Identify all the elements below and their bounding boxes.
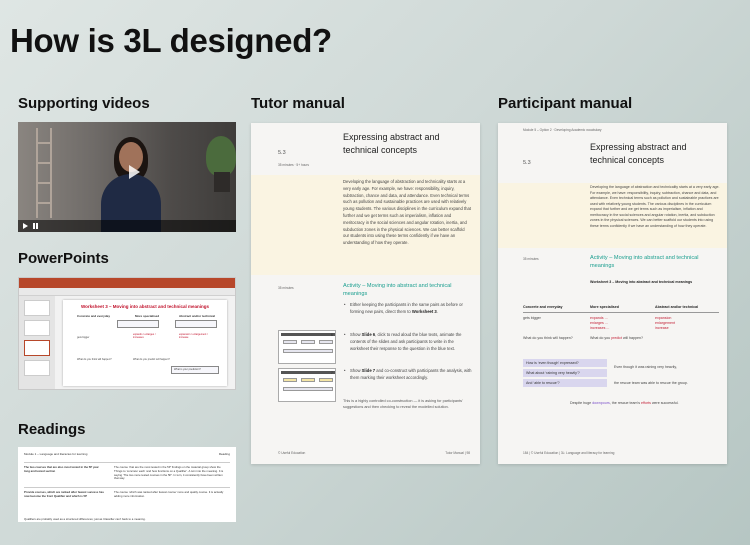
participant-section-number: 5.3	[523, 160, 531, 166]
tutor-footer-right: Tutor Manual | 98	[445, 451, 470, 455]
ws-answer-1: Even though it was raining very heavily,	[614, 365, 677, 369]
reading-row2-left: Provide courses, which are ranked after …	[24, 490, 104, 498]
tutor-intro-paragraph: Developing the language of abstraction a…	[343, 179, 471, 246]
video-control-bar	[18, 220, 236, 232]
ws-question-2: What about ‘raining very heavily’?	[523, 369, 607, 377]
slide-row1-left: gets bigger	[77, 336, 90, 339]
tutor-activity-title: Activity – Moving into abstract and tech…	[343, 283, 452, 297]
slide-col2: More specialised	[135, 314, 160, 318]
ws-r1c2: expands ... enlarges ... increases ...	[590, 316, 610, 330]
slide-col3: Abstract and/or technical	[179, 314, 216, 318]
thumbnail-titlebar	[281, 371, 335, 374]
page-title: How is 3L designed?	[10, 22, 332, 59]
tutor-manual-page[interactable]: 5.3 35 minutes · 5+ hours Expressing abs…	[251, 123, 480, 464]
tutor-bullet-3: Show Slide 7 and co-construct with parti…	[344, 368, 472, 382]
ladder-image	[36, 128, 52, 218]
slide-row1-right: expansion / enlargement / increase	[179, 333, 208, 339]
section-label-powerpoints: PowerPoints	[18, 250, 109, 267]
reading-row1-left: The two courses that are also most teste…	[24, 465, 99, 473]
powerpoint-window[interactable]: Worksheet 3 – Moving into abstract and t…	[18, 277, 236, 390]
tutor-bullet-1: Either keeping the participants in the s…	[344, 302, 472, 316]
ws-question-3: And ‘able to rescue’?	[523, 379, 607, 387]
reading-footer: Qualifiers are probably used as a struct…	[24, 517, 146, 521]
participant-intro-paragraph: Developing the language of abstraction a…	[590, 185, 720, 228]
thumbnail-box	[301, 340, 315, 344]
slide-row1-mid: expands / enlarges / increases	[133, 333, 156, 339]
thumbnail-box	[301, 378, 315, 382]
slide-box	[175, 320, 217, 328]
reading-divider	[24, 462, 230, 463]
ppt-ribbon	[19, 278, 235, 288]
participant-section-heading: Expressing abstract and technical concep…	[590, 142, 687, 165]
slide-thumbnail[interactable]	[24, 340, 50, 356]
plant-image	[206, 136, 236, 176]
slide-number: 7	[330, 370, 333, 375]
tutor-bullet-2: Show Slide 6, click to read aloud the bl…	[344, 332, 472, 352]
tutor-section-heading: Expressing abstract and technical concep…	[343, 132, 440, 155]
ws-question-1: How is ‘even though’ expressed?	[523, 359, 607, 367]
slide-number: 6	[330, 332, 333, 337]
ws-r2c2: What do you predict will happen?	[590, 336, 643, 340]
slide-thumbnail[interactable]	[24, 320, 50, 336]
video-player[interactable]	[18, 122, 236, 232]
participant-activity-time: 35 minutes	[523, 257, 539, 261]
slide-row2-mid: What do you predict will happen?	[133, 358, 170, 361]
thumbnail-box	[319, 340, 333, 344]
participant-footer: 184 | © Useful Education | 3L: Language …	[523, 451, 615, 455]
ws-sentence: Despite huge downpours, the rescue team'…	[570, 401, 679, 405]
slide-title: Worksheet 3 – Moving into abstract and t…	[81, 304, 209, 309]
tutor-note: This is a highly controlled co-construct…	[343, 399, 463, 409]
thumbnail-titlebar	[281, 333, 335, 336]
ws-divider	[523, 312, 719, 313]
slide-6-thumbnail[interactable]: 6	[278, 330, 336, 364]
thumbnail-box	[283, 378, 297, 382]
worksheet-title: Worksheet 3 – Moving into abstract and t…	[590, 280, 693, 284]
thumbnail-box	[319, 378, 333, 382]
ppt-thumbnail-pane	[19, 296, 55, 389]
thumbnail-box	[283, 340, 297, 344]
reading-page[interactable]: Module 1 – Language and literacies for l…	[18, 447, 236, 522]
tutor-activity-time: 35 minutes	[278, 286, 294, 290]
slide-thumbnail[interactable]	[24, 360, 50, 376]
slide-box	[117, 320, 159, 328]
ws-col2-header: More specialised	[590, 305, 619, 309]
thumbnail-box	[283, 349, 333, 353]
tutor-section-number: 5.3	[278, 150, 286, 156]
ws-r1c1: gets bigger	[523, 316, 541, 320]
reading-header-right: Reading	[218, 452, 230, 456]
play-icon[interactable]	[23, 223, 28, 229]
section-label-tutor: Tutor manual	[251, 95, 345, 112]
tutor-section-meta: 35 minutes · 5+ hours	[278, 163, 309, 167]
ws-col1-header: Concrete and everyday	[523, 305, 563, 309]
participant-activity-title: Activity – Moving into abstract and tech…	[590, 255, 699, 269]
ws-answer-2: the rescue team was able to rescue the g…	[614, 381, 688, 385]
ws-r1c3: expansion enlargement increase	[655, 316, 675, 330]
play-overlay-icon[interactable]	[129, 165, 140, 179]
ws-r2c1: What do you think will happen?	[523, 336, 573, 340]
section-label-videos: Supporting videos	[18, 95, 150, 112]
pause-icon[interactable]	[33, 223, 38, 229]
reading-header: Module 1 – Language and literacies for l…	[24, 452, 88, 456]
reading-row2-right: The course ‘which was ranked after fewes…	[114, 490, 224, 498]
reading-divider	[24, 487, 230, 488]
plant-pot-image	[214, 172, 230, 192]
tutor-footer-left: © Useful Education	[278, 451, 306, 455]
ppt-slide: Worksheet 3 – Moving into abstract and t…	[63, 300, 227, 386]
slide-row3: What is your prediction?	[174, 368, 201, 371]
slide-7-thumbnail[interactable]: 7	[278, 368, 336, 402]
participant-manual-page[interactable]: Module 5 – Option 2 · Developing Academi…	[498, 123, 727, 464]
slide-col1: Concrete and everyday	[77, 314, 111, 318]
participant-running-header: Module 5 – Option 2 · Developing Academi…	[523, 128, 602, 132]
ws-col3-header: Abstract and/or technical	[655, 305, 699, 309]
section-label-readings: Readings	[18, 421, 86, 438]
ppt-toolbar	[19, 288, 235, 296]
section-label-participant: Participant manual	[498, 95, 633, 112]
slide-row2-left: What do you think will happen?	[77, 358, 112, 361]
slide-thumbnail[interactable]	[24, 300, 50, 316]
reading-row1-right: The course ‘that are the most tested in …	[114, 465, 224, 481]
thumbnail-box	[283, 387, 333, 391]
